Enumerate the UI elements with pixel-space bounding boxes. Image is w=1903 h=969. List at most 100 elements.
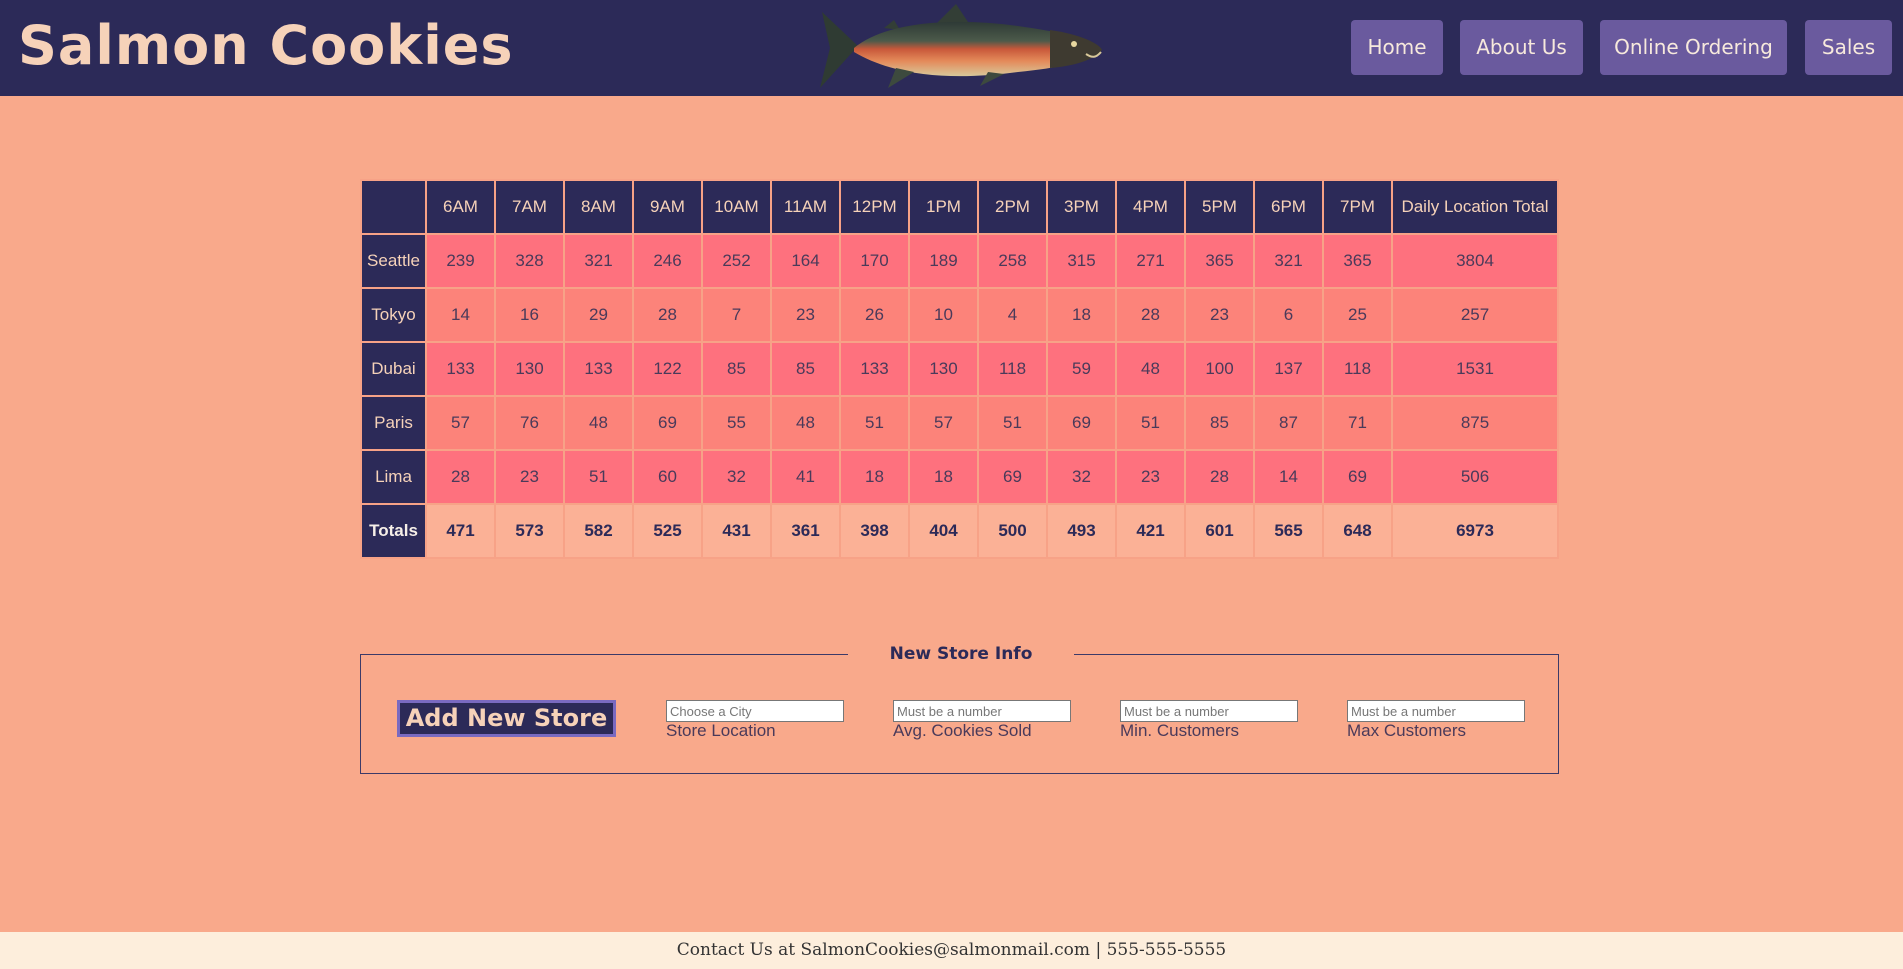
hourly-sales-cell: 28 bbox=[425, 449, 496, 505]
hourly-sales-cell: 133 bbox=[839, 341, 910, 397]
table-row: Paris 57 76 48 69 55 48 51 57 51 69 51 85 87 71 875 bbox=[360, 395, 1559, 451]
hourly-total-cell: 582 bbox=[563, 503, 634, 559]
hourly-sales-cell: 69 bbox=[1046, 395, 1117, 451]
hourly-sales-cell: 69 bbox=[1322, 449, 1393, 505]
hourly-sales-cell: 59 bbox=[1046, 341, 1117, 397]
hourly-sales-cell: 130 bbox=[908, 341, 979, 397]
site-title: Salmon Cookies bbox=[18, 14, 514, 77]
totals-row: Totals 471 573 582 525 431 361 398 404 500 493 421 6… bbox=[360, 503, 1559, 559]
max-customers-input[interactable] bbox=[1347, 700, 1525, 722]
hourly-sales-cell: 122 bbox=[632, 341, 703, 397]
hourly-sales-cell: 25 bbox=[1322, 287, 1393, 343]
hourly-sales-cell: 55 bbox=[701, 395, 772, 451]
hourly-sales-cell: 133 bbox=[425, 341, 496, 397]
hourly-sales-cell: 130 bbox=[494, 341, 565, 397]
hourly-sales-cell: 365 bbox=[1322, 233, 1393, 289]
hourly-sales-cell: 18 bbox=[908, 449, 979, 505]
min-customers-input[interactable] bbox=[1120, 700, 1298, 722]
daily-total-cell: 875 bbox=[1391, 395, 1559, 451]
hourly-sales-cell: 87 bbox=[1253, 395, 1324, 451]
column-header: 11AM bbox=[770, 179, 841, 235]
hourly-sales-cell: 48 bbox=[563, 395, 634, 451]
hourly-sales-cell: 28 bbox=[632, 287, 703, 343]
hourly-sales-cell: 48 bbox=[770, 395, 841, 451]
hourly-total-cell: 431 bbox=[701, 503, 772, 559]
hourly-sales-cell: 26 bbox=[839, 287, 910, 343]
site-footer: Contact Us at SalmonCookies@salmonmail.c… bbox=[0, 932, 1903, 969]
column-header: 2PM bbox=[977, 179, 1048, 235]
avg-cookies-input[interactable] bbox=[893, 700, 1071, 722]
hourly-sales-cell: 16 bbox=[494, 287, 565, 343]
column-header: 6PM bbox=[1253, 179, 1324, 235]
hourly-total-cell: 421 bbox=[1115, 503, 1186, 559]
hourly-sales-cell: 133 bbox=[563, 341, 634, 397]
table-row: Dubai 133 130 133 122 85 85 133 130 118 59 48 100 137… bbox=[360, 341, 1559, 397]
row-location-header: Tokyo bbox=[360, 287, 427, 343]
hourly-total-cell: 404 bbox=[908, 503, 979, 559]
hourly-sales-cell: 14 bbox=[425, 287, 496, 343]
daily-total-cell: 3804 bbox=[1391, 233, 1559, 289]
nav-home-button[interactable]: Home bbox=[1351, 20, 1443, 75]
hourly-total-cell: 493 bbox=[1046, 503, 1117, 559]
nav-sales-button[interactable]: Sales bbox=[1805, 20, 1892, 75]
hourly-sales-cell: 23 bbox=[770, 287, 841, 343]
hourly-sales-cell: 321 bbox=[1253, 233, 1324, 289]
hourly-sales-cell: 246 bbox=[632, 233, 703, 289]
column-header: 7PM bbox=[1322, 179, 1393, 235]
hourly-sales-cell: 189 bbox=[908, 233, 979, 289]
row-location-header: Paris bbox=[360, 395, 427, 451]
hourly-sales-cell: 57 bbox=[908, 395, 979, 451]
hourly-sales-cell: 23 bbox=[1184, 287, 1255, 343]
hourly-total-cell: 398 bbox=[839, 503, 910, 559]
hourly-sales-cell: 14 bbox=[1253, 449, 1324, 505]
hourly-sales-cell: 164 bbox=[770, 233, 841, 289]
store-location-input[interactable] bbox=[666, 700, 844, 722]
hourly-sales-cell: 51 bbox=[1115, 395, 1186, 451]
hourly-sales-cell: 4 bbox=[977, 287, 1048, 343]
row-location-header: Dubai bbox=[360, 341, 427, 397]
hourly-total-cell: 471 bbox=[425, 503, 496, 559]
new-store-legend: New Store Info bbox=[848, 641, 1074, 667]
hourly-sales-cell: 10 bbox=[908, 287, 979, 343]
hourly-sales-cell: 170 bbox=[839, 233, 910, 289]
column-header: 9AM bbox=[632, 179, 703, 235]
hourly-total-cell: 573 bbox=[494, 503, 565, 559]
hourly-total-cell: 525 bbox=[632, 503, 703, 559]
column-header: 3PM bbox=[1046, 179, 1117, 235]
column-header: 1PM bbox=[908, 179, 979, 235]
daily-total-cell: 257 bbox=[1391, 287, 1559, 343]
add-new-store-button[interactable]: Add New Store bbox=[397, 700, 616, 737]
hourly-sales-cell: 258 bbox=[977, 233, 1048, 289]
hourly-total-cell: 601 bbox=[1184, 503, 1255, 559]
hourly-sales-cell: 365 bbox=[1184, 233, 1255, 289]
column-header: 4PM bbox=[1115, 179, 1186, 235]
row-location-header: Lima bbox=[360, 449, 427, 505]
hourly-sales-cell: 118 bbox=[1322, 341, 1393, 397]
hourly-sales-cell: 32 bbox=[1046, 449, 1117, 505]
hourly-sales-cell: 76 bbox=[494, 395, 565, 451]
hourly-sales-cell: 18 bbox=[1046, 287, 1117, 343]
hourly-total-cell: 500 bbox=[977, 503, 1048, 559]
table-row: Seattle 239 328 321 246 252 164 170 189 258 315 271… bbox=[360, 233, 1559, 289]
hourly-sales-cell: 32 bbox=[701, 449, 772, 505]
table-corner-cell bbox=[360, 179, 427, 235]
column-header: 10AM bbox=[701, 179, 772, 235]
grand-total-cell: 6973 bbox=[1391, 503, 1559, 559]
hourly-sales-cell: 85 bbox=[770, 341, 841, 397]
hourly-sales-cell: 85 bbox=[701, 341, 772, 397]
hourly-sales-cell: 51 bbox=[977, 395, 1048, 451]
nav-online-ordering-button[interactable]: Online Ordering bbox=[1600, 20, 1787, 75]
hourly-sales-cell: 239 bbox=[425, 233, 496, 289]
nav-about-us-button[interactable]: About Us bbox=[1460, 20, 1583, 75]
store-location-label: Store Location bbox=[666, 721, 776, 740]
hourly-total-cell: 361 bbox=[770, 503, 841, 559]
sales-table: 6AM 7AM 8AM 9AM 10AM 11AM 12PM 1PM 2PM 3PM 4PM 5PM 6… bbox=[360, 179, 1559, 559]
hourly-sales-cell: 271 bbox=[1115, 233, 1186, 289]
totals-label: Totals bbox=[360, 503, 427, 559]
hourly-total-cell: 565 bbox=[1253, 503, 1324, 559]
hourly-sales-cell: 69 bbox=[977, 449, 1048, 505]
hourly-sales-cell: 252 bbox=[701, 233, 772, 289]
table-row: Lima 28 23 51 60 32 41 18 18 69 32 23 28 14 69 506 bbox=[360, 449, 1559, 505]
hourly-sales-cell: 28 bbox=[1184, 449, 1255, 505]
hourly-sales-cell: 51 bbox=[563, 449, 634, 505]
